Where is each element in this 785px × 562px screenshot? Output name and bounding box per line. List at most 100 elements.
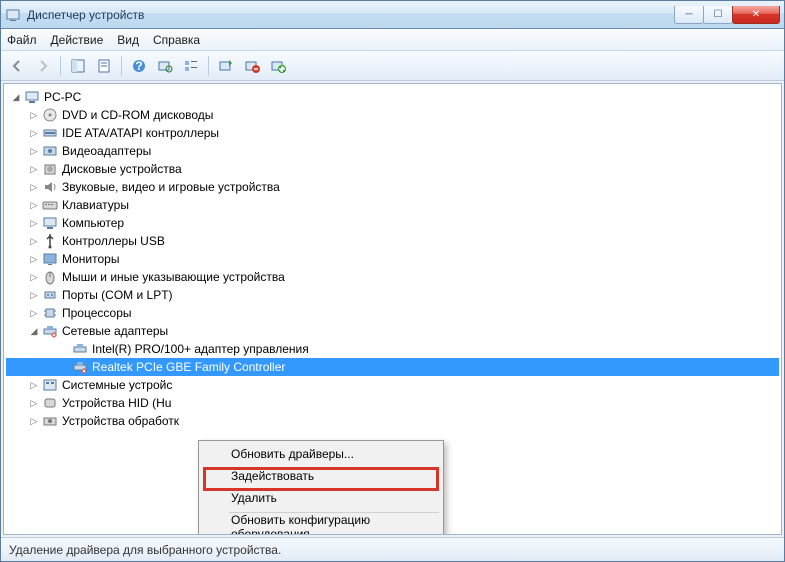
app-icon — [5, 7, 21, 23]
network-adapter-icon — [72, 359, 88, 375]
toolbar-separator — [208, 56, 209, 76]
tree-device-label: Realtek PCIe GBE Family Controller — [92, 360, 285, 374]
tree-category-label: IDE ATA/ATAPI контроллеры — [62, 126, 219, 140]
back-button[interactable] — [5, 54, 29, 78]
device-category-icon — [42, 107, 58, 123]
device-tree-panel[interactable]: ◢ PC-PC ▷ DVD и CD-ROM дисководы ▷ IDE ATA/… — [3, 83, 782, 535]
tree-device[interactable]: Intel(R) PRO/100+ адаптер управления — [6, 340, 779, 358]
expand-icon[interactable]: ▷ — [26, 377, 42, 393]
context-update-drivers[interactable]: Обновить драйверы... — [201, 443, 441, 465]
expand-icon[interactable]: ▷ — [26, 251, 42, 267]
tree-category[interactable]: ◢ Сетевые адаптеры — [6, 322, 779, 340]
expand-icon[interactable]: ▷ — [26, 125, 42, 141]
device-category-icon — [42, 197, 58, 213]
device-category-icon — [42, 395, 58, 411]
toolbar-separator — [60, 56, 61, 76]
tree-category[interactable]: ▷Дисковые устройства — [6, 160, 779, 178]
tree-category-label: Мыши и иные указывающие устройства — [62, 270, 285, 284]
tree-category[interactable]: ▷ Звуковые, видео и игровые устройства — [6, 178, 779, 196]
scan-button[interactable] — [153, 54, 177, 78]
show-hidden-button[interactable] — [66, 54, 90, 78]
device-category-icon — [42, 323, 58, 339]
device-category-icon — [42, 233, 58, 249]
toolbar: ? — [1, 51, 784, 81]
tree-category-label: Системные устройс — [62, 378, 172, 392]
tree-category-label: Порты (COM и LPT) — [62, 288, 173, 302]
view-button[interactable] — [179, 54, 203, 78]
device-category-icon — [42, 413, 58, 429]
context-menu: Обновить драйверы... Задействовать Удали… — [198, 440, 444, 535]
expand-icon[interactable]: ▷ — [26, 161, 42, 177]
forward-button[interactable] — [31, 54, 55, 78]
expand-icon[interactable]: ▷ — [26, 305, 42, 321]
tree-category[interactable]: ▷ Мыши и иные указывающие устройства — [6, 268, 779, 286]
statusbar: Удаление драйвера для выбранного устройс… — [1, 537, 784, 561]
enable-button[interactable] — [266, 54, 290, 78]
computer-icon — [24, 89, 40, 105]
menu-help[interactable]: Справка — [153, 33, 200, 47]
tree-category[interactable]: ▷ Клавиатуры — [6, 196, 779, 214]
titlebar[interactable]: Диспетчер устройств ─ ☐ ✕ — [1, 1, 784, 29]
status-text: Удаление драйвера для выбранного устройс… — [9, 543, 281, 557]
tree-category[interactable]: ▷ Процессоры — [6, 304, 779, 322]
menu-file[interactable]: Файл — [7, 33, 37, 47]
maximize-button[interactable]: ☐ — [703, 6, 733, 24]
help-button[interactable]: ? — [127, 54, 151, 78]
properties-button[interactable] — [92, 54, 116, 78]
device-category-icon — [42, 215, 58, 231]
tree-category[interactable]: ▷Устройства HID (Hu — [6, 394, 779, 412]
context-delete[interactable]: Удалить — [201, 487, 441, 509]
tree-root[interactable]: ◢ PC-PC — [6, 88, 779, 106]
device-category-icon — [42, 161, 58, 177]
device-category-icon — [42, 251, 58, 267]
expand-icon[interactable]: ▷ — [26, 197, 42, 213]
expand-icon[interactable]: ▷ — [26, 413, 42, 429]
tree-device-label: Intel(R) PRO/100+ адаптер управления — [92, 342, 309, 356]
device-tree[interactable]: ◢ PC-PC ▷ DVD и CD-ROM дисководы ▷ IDE ATA/… — [6, 88, 779, 430]
uninstall-button[interactable] — [240, 54, 264, 78]
device-category-icon — [42, 125, 58, 141]
tree-category[interactable]: ▷ Видеоадаптеры — [6, 142, 779, 160]
device-category-icon — [42, 269, 58, 285]
collapse-icon[interactable]: ◢ — [26, 323, 42, 339]
menubar: Файл Действие Вид Справка — [1, 29, 784, 51]
tree-category[interactable]: ▷Контроллеры USB — [6, 232, 779, 250]
tree-category-label: Процессоры — [62, 306, 132, 320]
collapse-icon[interactable]: ◢ — [8, 89, 24, 105]
menu-view[interactable]: Вид — [117, 33, 139, 47]
tree-device[interactable]: Realtek PCIe GBE Family Controller — [6, 358, 779, 376]
expand-icon[interactable]: ▷ — [26, 179, 42, 195]
device-category-icon — [42, 179, 58, 195]
tree-category[interactable]: ▷ DVD и CD-ROM дисководы — [6, 106, 779, 124]
expand-icon[interactable]: ▷ — [26, 143, 42, 159]
device-manager-window: Диспетчер устройств ─ ☐ ✕ Файл Действие … — [0, 0, 785, 562]
window-title: Диспетчер устройств — [27, 8, 675, 22]
tree-category[interactable]: ▷ Мониторы — [6, 250, 779, 268]
tree-category-label: Клавиатуры — [62, 198, 129, 212]
toolbar-separator — [121, 56, 122, 76]
tree-category-label: DVD и CD-ROM дисководы — [62, 108, 213, 122]
menu-action[interactable]: Действие — [51, 33, 104, 47]
tree-category-label: Сетевые адаптеры — [62, 324, 168, 338]
expand-icon[interactable]: ▷ — [26, 287, 42, 303]
expand-icon[interactable]: ▷ — [26, 107, 42, 123]
tree-category-label: Звуковые, видео и игровые устройства — [62, 180, 280, 194]
tree-category-label: Мониторы — [62, 252, 119, 266]
tree-category[interactable]: ▷Компьютер — [6, 214, 779, 232]
expand-icon[interactable]: ▷ — [26, 215, 42, 231]
context-scan-hardware[interactable]: Обновить конфигурацию оборудования — [201, 516, 441, 535]
context-enable[interactable]: Задействовать — [201, 465, 441, 487]
tree-root-label: PC-PC — [44, 90, 81, 104]
tree-category[interactable]: ▷ Системные устройс — [6, 376, 779, 394]
expand-icon[interactable]: ▷ — [26, 269, 42, 285]
expand-icon[interactable]: ▷ — [26, 395, 42, 411]
update-driver-button[interactable] — [214, 54, 238, 78]
minimize-button[interactable]: ─ — [674, 6, 704, 24]
tree-category[interactable]: ▷ IDE ATA/ATAPI контроллеры — [6, 124, 779, 142]
device-category-icon — [42, 305, 58, 321]
close-button[interactable]: ✕ — [732, 6, 780, 24]
expand-icon[interactable]: ▷ — [26, 233, 42, 249]
tree-category[interactable]: ▷Устройства обработк — [6, 412, 779, 430]
tree-category-label: Видеоадаптеры — [62, 144, 151, 158]
tree-category[interactable]: ▷ Порты (COM и LPT) — [6, 286, 779, 304]
